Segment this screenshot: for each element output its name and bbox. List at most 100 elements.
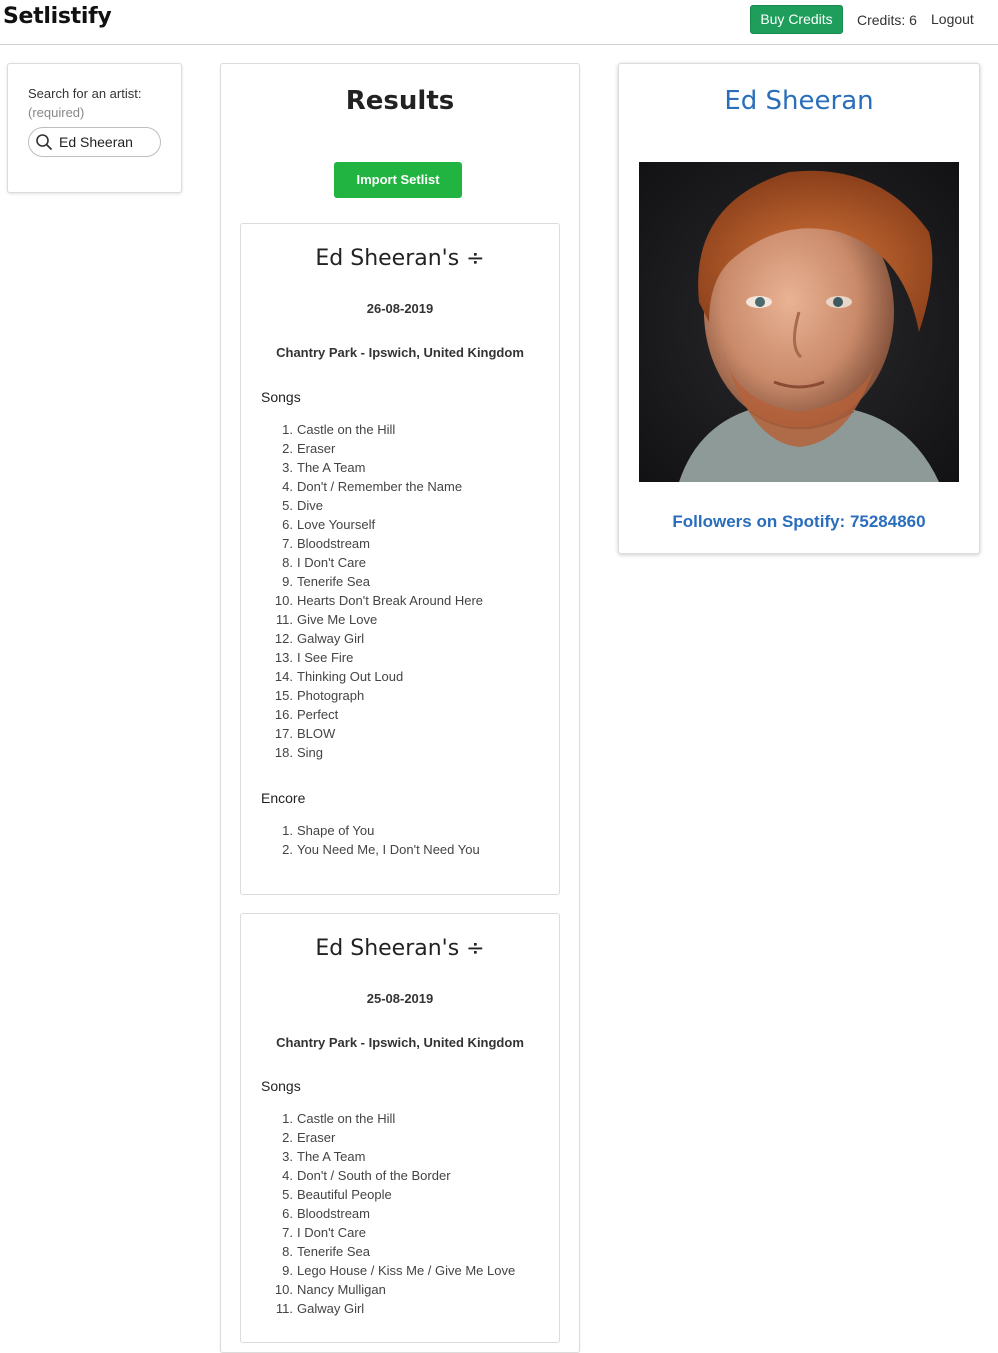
- songs-heading: Songs: [261, 1078, 301, 1094]
- song-number: 8.: [282, 555, 293, 570]
- song-number: 5.: [282, 1187, 293, 1202]
- song-item: 5. Beautiful People: [261, 1187, 551, 1206]
- encore-list: 1. Shape of You 2. You Need Me, I Don't Nee…: [261, 823, 551, 861]
- song-item: 18. Sing: [261, 745, 551, 764]
- song-number: 10.: [274, 1282, 293, 1297]
- credits-count: Credits: 6: [857, 12, 917, 28]
- results-title: Results: [345, 86, 455, 116]
- setlist-date: 26-08-2019: [366, 301, 434, 316]
- song-title: Give Me Love: [297, 612, 378, 627]
- song-item: 17. BLOW: [261, 726, 551, 745]
- setlist-venue: Chantry Park - Ipswich, United Kingdom: [276, 1035, 524, 1050]
- song-title: Tenerife Sea: [297, 574, 370, 589]
- song-number: 14.: [274, 669, 293, 684]
- songs-heading: Songs: [261, 389, 301, 405]
- song-item: 16. Perfect: [261, 707, 551, 726]
- song-item: 1. Castle on the Hill: [261, 422, 551, 441]
- song-number: 3.: [282, 1149, 293, 1164]
- navbar: Setlistify Buy Credits Credits: 6 Logout: [0, 0, 998, 45]
- artist-panel: Ed Sheeran Followers on Spotify: 7528486…: [618, 63, 980, 554]
- song-title: Bloodstream: [297, 1206, 370, 1221]
- artist-photo: [639, 162, 959, 482]
- song-title: Eraser: [297, 1130, 336, 1145]
- search-icon: [36, 134, 52, 150]
- song-title: Eraser: [297, 441, 336, 456]
- song-number: 1.: [282, 1111, 293, 1126]
- song-item: 1. Castle on the Hill: [261, 1111, 551, 1130]
- song-title: Castle on the Hill: [297, 422, 396, 437]
- song-number: 16.: [274, 707, 293, 722]
- search-box[interactable]: [28, 127, 161, 157]
- song-number: 3.: [282, 460, 293, 475]
- song-number: 9.: [282, 574, 293, 589]
- song-number: 17.: [274, 726, 293, 741]
- song-number: 18.: [274, 745, 293, 760]
- song-number: 15.: [274, 688, 293, 703]
- setlist-card: Ed Sheeran's ÷ 26-08-2019 Chantry Park -…: [240, 223, 560, 895]
- song-number: 2.: [282, 842, 293, 857]
- logout-link[interactable]: Logout: [931, 11, 974, 27]
- song-number: 9.: [282, 1263, 293, 1278]
- search-label: Search for an artist:: [28, 86, 142, 101]
- song-item: 11. Give Me Love: [261, 612, 551, 631]
- setlist-title: Ed Sheeran's ÷: [315, 246, 485, 271]
- song-title: The A Team: [297, 1149, 366, 1164]
- song-title: Bloodstream: [297, 536, 370, 551]
- search-input[interactable]: [59, 133, 157, 151]
- song-item: 1. Shape of You: [261, 823, 551, 842]
- song-number: 4.: [282, 1168, 293, 1183]
- song-item: 5. Dive: [261, 498, 551, 517]
- song-title: I See Fire: [297, 650, 354, 665]
- song-number: 1.: [282, 823, 293, 838]
- song-title: BLOW: [297, 726, 336, 741]
- encore-heading: Encore: [261, 790, 306, 806]
- song-item: 2. Eraser: [261, 441, 551, 460]
- song-item: 9. Tenerife Sea: [261, 574, 551, 593]
- song-title: Don't / Remember the Name: [297, 479, 463, 494]
- buy-credits-button[interactable]: Buy Credits: [750, 5, 843, 34]
- song-item: 15. Photograph: [261, 688, 551, 707]
- song-title: Photograph: [297, 688, 365, 703]
- song-number: 11.: [275, 1301, 293, 1316]
- song-list: 1. Castle on the Hill 2. Eraser 3. The A Team…: [261, 422, 551, 764]
- song-number: 7.: [282, 536, 293, 551]
- song-number: 6.: [282, 1206, 293, 1221]
- search-panel: Search for an artist: (required): [7, 63, 182, 193]
- song-number: 7.: [282, 1225, 293, 1240]
- song-item: 9. Lego House / Kiss Me / Give Me Love: [261, 1263, 551, 1282]
- setlist-venue: Chantry Park - Ipswich, United Kingdom: [276, 345, 524, 360]
- song-item: 10. Nancy Mulligan: [261, 1282, 551, 1301]
- song-item: 14. Thinking Out Loud: [261, 669, 551, 688]
- song-item: 11. Galway Girl: [261, 1301, 551, 1320]
- brand-logo[interactable]: Setlistify: [3, 4, 112, 29]
- setlist-date: 25-08-2019: [366, 991, 434, 1006]
- song-title: I Don't Care: [297, 1225, 366, 1240]
- song-number: 8.: [282, 1244, 293, 1259]
- song-item: 8. Tenerife Sea: [261, 1244, 551, 1263]
- song-title: Galway Girl: [297, 631, 365, 646]
- song-number: 2.: [282, 441, 293, 456]
- song-item: 4. Don't / Remember the Name: [261, 479, 551, 498]
- spotify-followers: Followers on Spotify: 75284860: [672, 512, 926, 531]
- song-item: 13. I See Fire: [261, 650, 551, 669]
- import-setlist-button[interactable]: Import Setlist: [334, 162, 462, 198]
- song-item: 2. Eraser: [261, 1130, 551, 1149]
- song-title: Sing: [297, 745, 324, 760]
- setlist-title: Ed Sheeran's ÷: [315, 936, 485, 961]
- song-title: Tenerife Sea: [297, 1244, 370, 1259]
- song-title: Dive: [297, 498, 324, 513]
- song-number: 12.: [274, 631, 293, 646]
- song-item: 10. Hearts Don't Break Around Here: [261, 593, 551, 612]
- song-title: The A Team: [297, 460, 366, 475]
- song-title: Beautiful People: [297, 1187, 392, 1202]
- song-item: 4. Don't / South of the Border: [261, 1168, 551, 1187]
- song-item: 6. Bloodstream: [261, 1206, 551, 1225]
- song-title: You Need Me, I Don't Need You: [297, 842, 480, 857]
- song-title: Lego House / Kiss Me / Give Me Love: [297, 1263, 516, 1278]
- song-title: Hearts Don't Break Around Here: [297, 593, 484, 608]
- song-number: 1.: [282, 422, 293, 437]
- song-item: 3. The A Team: [261, 1149, 551, 1168]
- song-item: 6. Love Yourself: [261, 517, 551, 536]
- song-item: 3. The A Team: [261, 460, 551, 479]
- song-title: Don't / South of the Border: [297, 1168, 451, 1183]
